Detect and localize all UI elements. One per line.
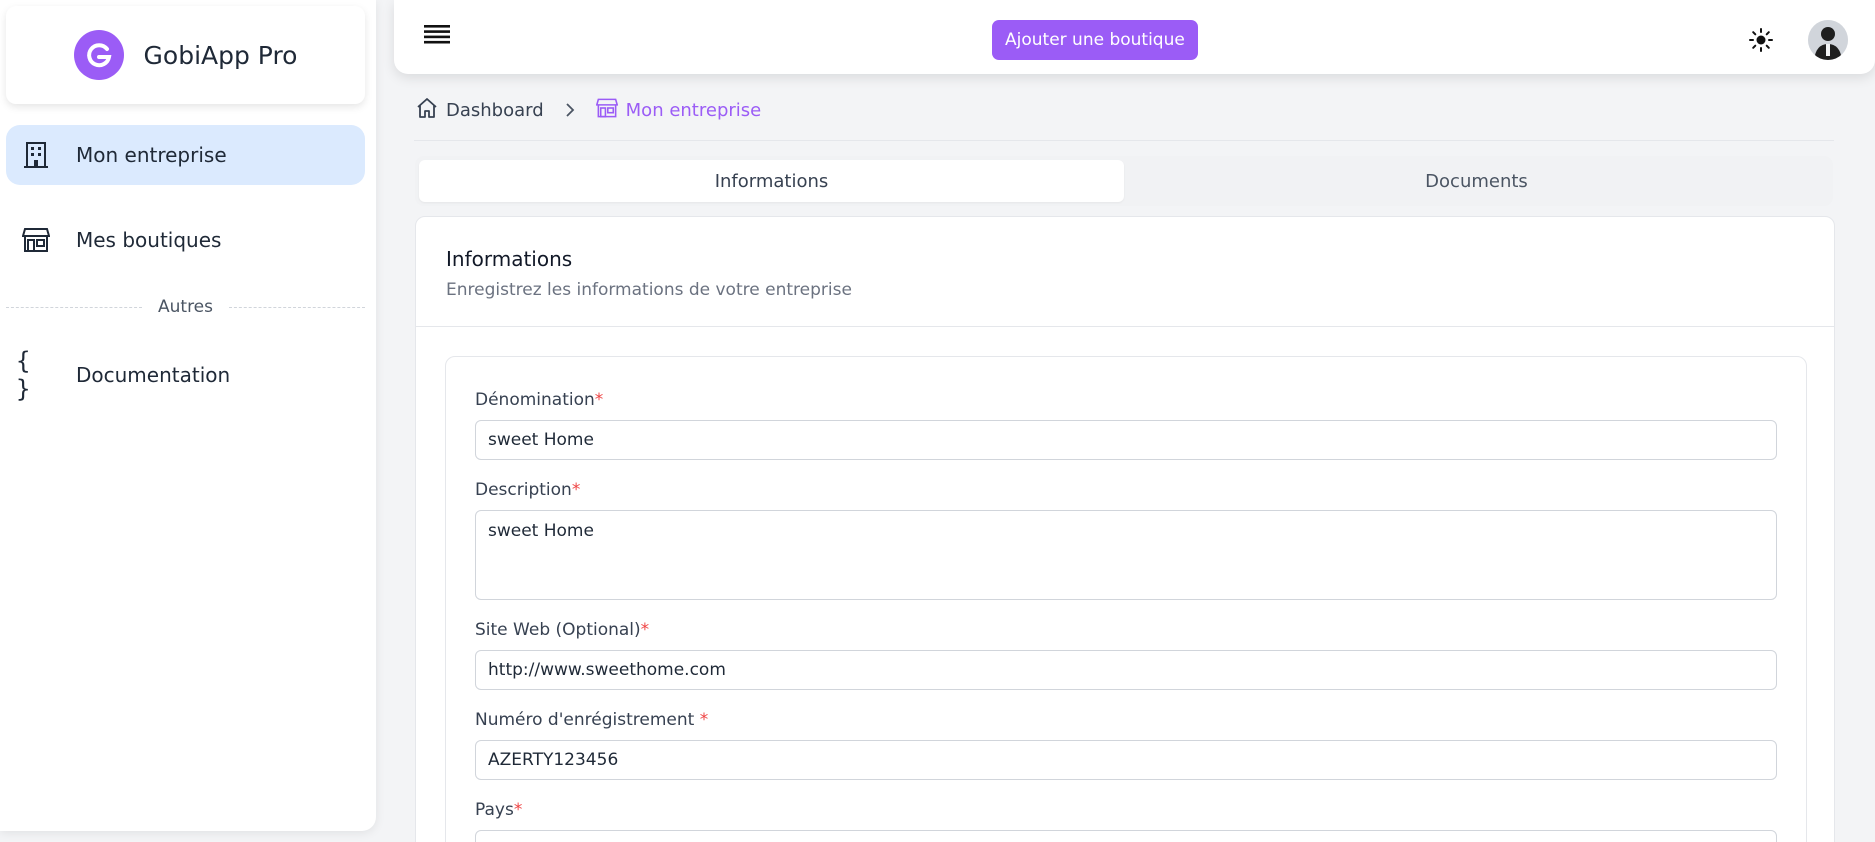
registration-input[interactable] (475, 740, 1777, 780)
menu-icon[interactable] (424, 24, 454, 50)
company-form: Dénomination* Description* sweet Home Si… (445, 356, 1807, 842)
tab-informations[interactable]: Informations (419, 160, 1124, 202)
sidebar-item-mon-entreprise[interactable]: Mon entreprise (6, 125, 365, 185)
breadcrumb-label: Dashboard (446, 99, 544, 121)
breadcrumb-label: Mon entreprise (625, 99, 762, 121)
tab-documents[interactable]: Documents (1124, 160, 1829, 202)
denomination-field-group: Dénomination* (475, 390, 1777, 460)
informations-card: Informations Enregistrez les information… (415, 216, 1835, 842)
description-label: Description* (475, 480, 581, 500)
sidebar-item-label: Documentation (76, 363, 231, 387)
description-field-group: Description* sweet Home (475, 480, 1777, 600)
card-title: Informations (446, 247, 573, 271)
sidebar: GobiApp Pro Mon entreprise Mes boutiques… (0, 0, 376, 831)
store-icon (595, 97, 618, 124)
website-label: Site Web (Optional)* (475, 620, 650, 640)
sidebar-item-mes-boutiques[interactable]: Mes boutiques (6, 210, 365, 270)
website-field-group: Site Web (Optional)* (475, 620, 1777, 690)
country-select[interactable] (475, 830, 1777, 842)
denomination-label: Dénomination* (475, 390, 604, 410)
avatar[interactable] (1808, 20, 1848, 60)
add-shop-button[interactable]: Ajouter une boutique (992, 20, 1198, 60)
registration-label: Numéro d'enrégistrement * (475, 710, 709, 730)
card-subtitle: Enregistrez les informations de votre en… (446, 280, 852, 300)
brand-name: GobiApp Pro (143, 40, 298, 70)
chevron-right-icon (564, 102, 576, 118)
gobiapp-logo-icon (73, 30, 124, 80)
breadcrumb-mon-entreprise[interactable]: Mon entreprise (595, 97, 762, 124)
card-header: Informations Enregistrez les information… (416, 217, 1834, 327)
code-braces-icon: { } (16, 347, 31, 403)
building-icon (16, 139, 56, 171)
breadcrumb: Dashboard Mon entreprise (416, 96, 761, 124)
home-icon (416, 97, 438, 124)
sidebar-item-documentation[interactable]: { } Documentation (6, 345, 365, 405)
sidebar-item-label: Mes boutiques (76, 228, 222, 252)
topbar: Ajouter une boutique (394, 0, 1875, 74)
app-root: GobiApp Pro Mon entreprise Mes boutiques… (0, 0, 1875, 842)
registration-field-group: Numéro d'enrégistrement * (475, 710, 1777, 780)
brand[interactable]: GobiApp Pro (6, 6, 365, 104)
country-field-group: Pays* (475, 800, 1777, 842)
store-icon (16, 224, 56, 256)
description-textarea[interactable]: sweet Home (475, 510, 1777, 600)
website-input[interactable] (475, 650, 1777, 690)
denomination-input[interactable] (475, 420, 1777, 460)
sun-icon[interactable] (1748, 27, 1774, 53)
divider (414, 140, 1834, 141)
sidebar-section-label: Autres (158, 297, 214, 317)
breadcrumb-dashboard[interactable]: Dashboard (416, 97, 544, 124)
sidebar-item-label: Mon entreprise (76, 143, 227, 167)
tab-list: Informations Documents (415, 156, 1833, 206)
country-label: Pays* (475, 800, 523, 820)
sidebar-section-divider: Autres (6, 296, 366, 318)
